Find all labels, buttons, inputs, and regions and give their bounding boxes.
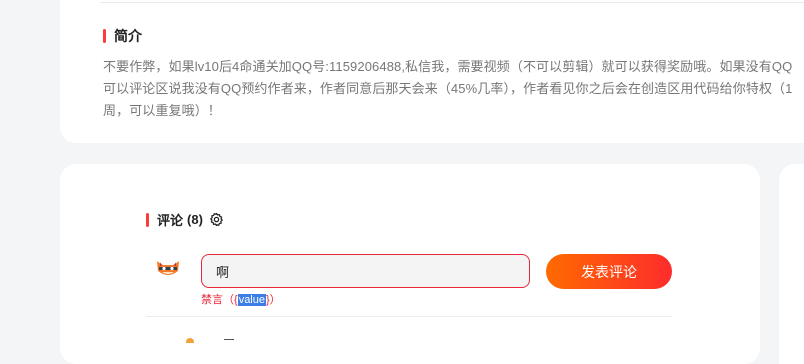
comment-input[interactable] (202, 255, 529, 287)
comment-input-box[interactable] (201, 254, 530, 288)
comments-heading: 评论 (8) (146, 210, 225, 229)
submit-comment-button[interactable]: 发表评论 (546, 254, 672, 289)
heading-accent-bar (146, 212, 149, 227)
intro-heading-label: 简介 (114, 28, 142, 44)
next-comment-author (224, 339, 234, 344)
comment-divider (146, 316, 672, 317)
side-card (779, 164, 804, 364)
cat-avatar-icon (154, 257, 182, 279)
gear-icon[interactable] (209, 212, 225, 228)
intro-heading: 简介 (103, 26, 142, 46)
mute-error-message: 禁言（{value}） (201, 291, 281, 307)
intro-divider (100, 2, 804, 3)
intro-text: 不要作弊，如果lv10后4命通关加QQ号:1159206488,私信我，需要视频… (103, 59, 793, 118)
error-highlight: value (237, 294, 266, 306)
comments-count: (8) (187, 212, 203, 227)
error-prefix: 禁言（{ (201, 294, 238, 306)
comments-heading-label: 评论 (157, 213, 184, 228)
error-suffix: }） (265, 294, 281, 306)
heading-accent-bar (103, 29, 106, 43)
next-comment-avatar (186, 338, 194, 343)
